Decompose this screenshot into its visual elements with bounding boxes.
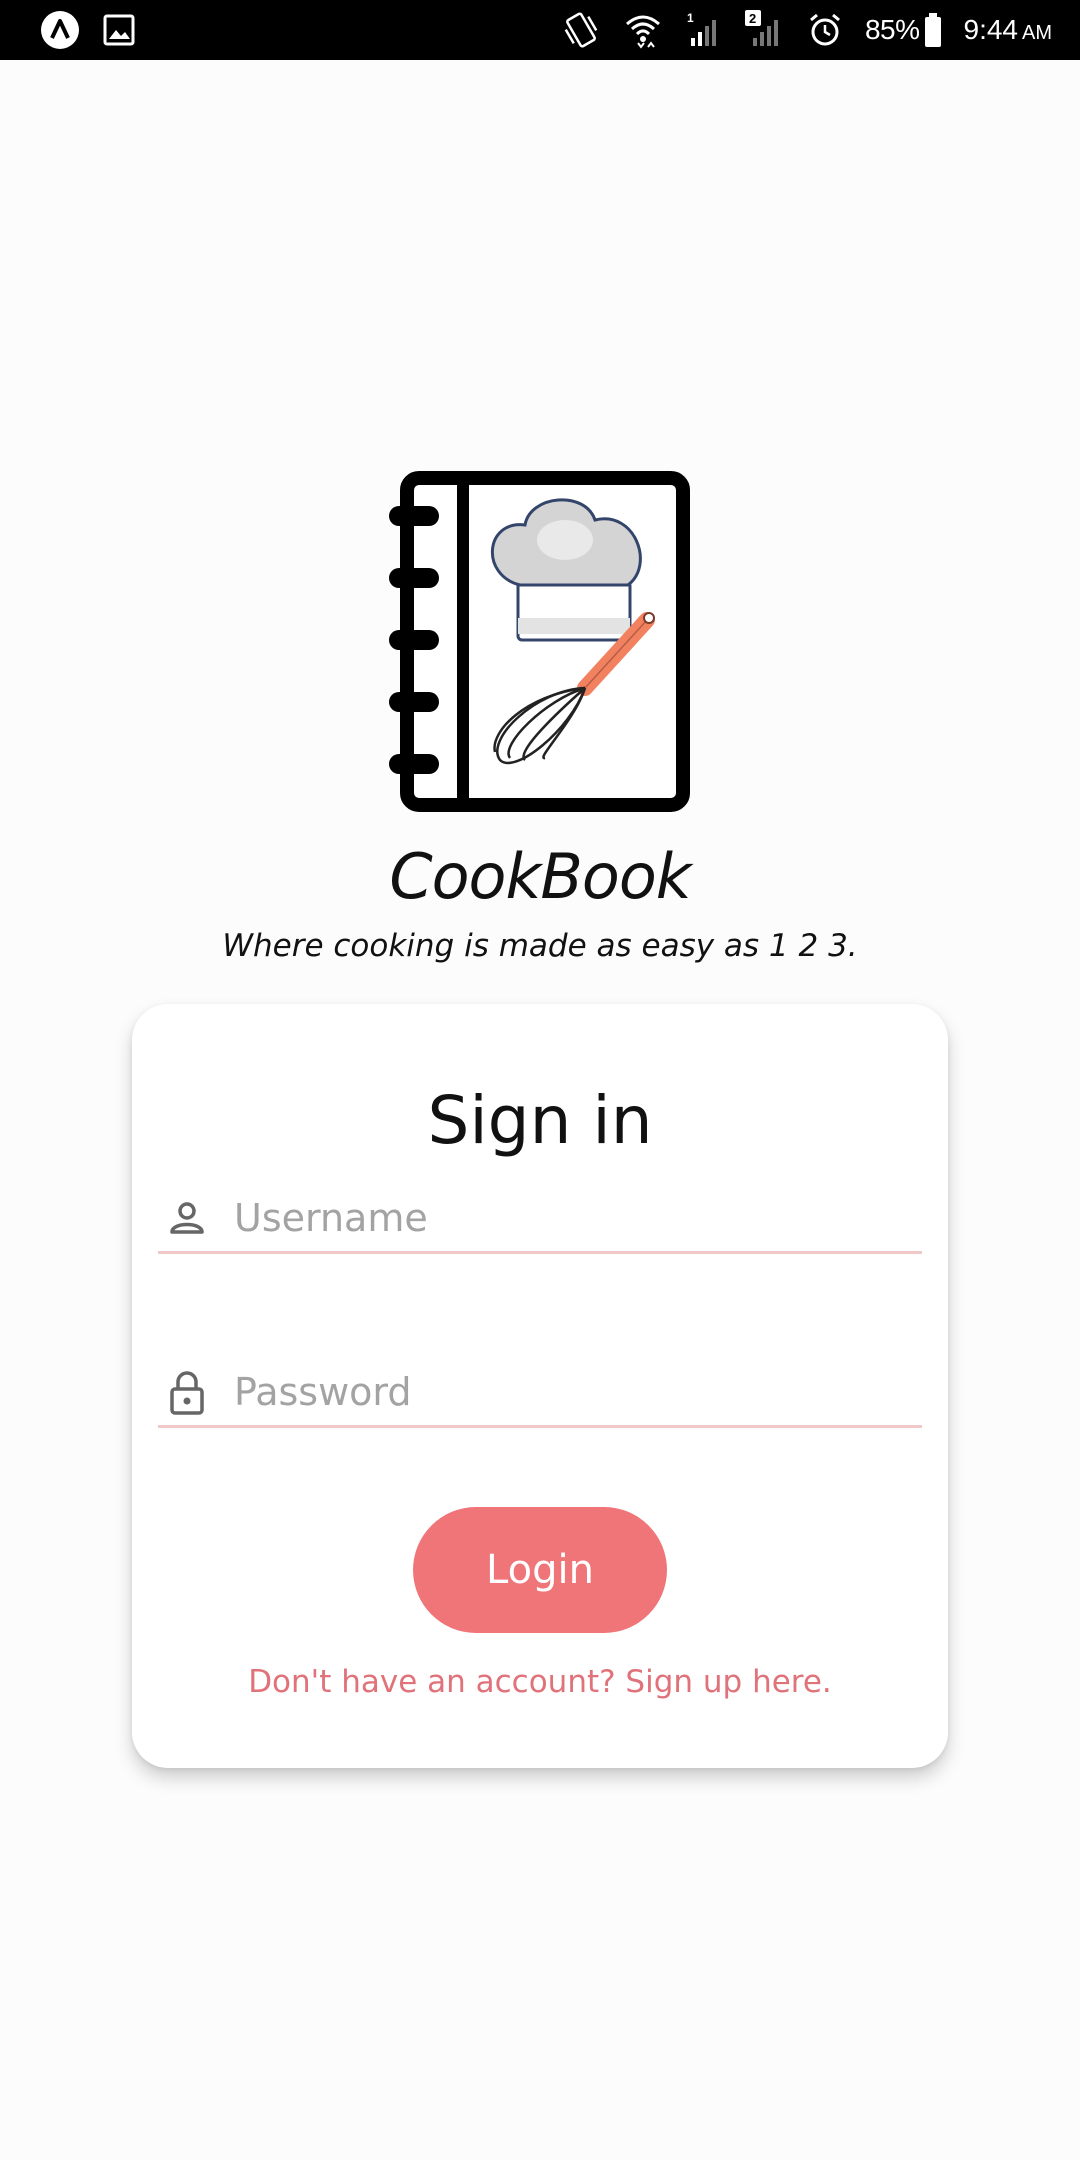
lock-icon: [162, 1367, 212, 1417]
signup-link[interactable]: Don't have an account? Sign up here.: [132, 1664, 948, 1700]
signin-card: Sign in Login Don't have an account? Sig…: [132, 1004, 948, 1768]
cookbook-logo-icon: [389, 471, 690, 812]
app-title: CookBook: [389, 840, 691, 913]
battery-icon: [924, 13, 942, 47]
signin-heading: Sign in: [427, 1082, 653, 1159]
signal-sim2-icon: 2: [744, 10, 785, 50]
battery-percent: 85%: [864, 14, 920, 45]
app-tagline: Where cooking is made as easy as 1 2 3.: [222, 928, 858, 964]
clock: 9:44 AM: [964, 14, 1053, 46]
alarm-icon: [807, 12, 843, 48]
image-notification-icon: [102, 13, 136, 47]
clock-time: 9:44: [963, 14, 1019, 45]
username-input[interactable]: [234, 1187, 894, 1248]
username-field[interactable]: [158, 1184, 922, 1254]
status-bar: 1 2 85% 9:44 AM: [0, 0, 1080, 60]
svg-text:2: 2: [749, 11, 756, 26]
person-icon: [162, 1193, 212, 1243]
battery-group: 85%: [865, 13, 942, 47]
signal-sim1-icon: 1: [685, 10, 723, 50]
status-bar-right: 1 2 85% 9:44 AM: [561, 10, 1052, 50]
clock-ampm: AM: [1022, 22, 1052, 44]
password-input[interactable]: [234, 1361, 894, 1422]
vibrate-icon: [561, 10, 601, 50]
cookbook-logo: [385, 470, 695, 815]
status-bar-left: [40, 10, 136, 50]
wifi-icon: [623, 10, 663, 50]
app-notification-icon: [40, 10, 80, 50]
login-button[interactable]: Login: [413, 1507, 667, 1633]
svg-text:1: 1: [687, 11, 694, 25]
password-field[interactable]: [158, 1358, 922, 1428]
